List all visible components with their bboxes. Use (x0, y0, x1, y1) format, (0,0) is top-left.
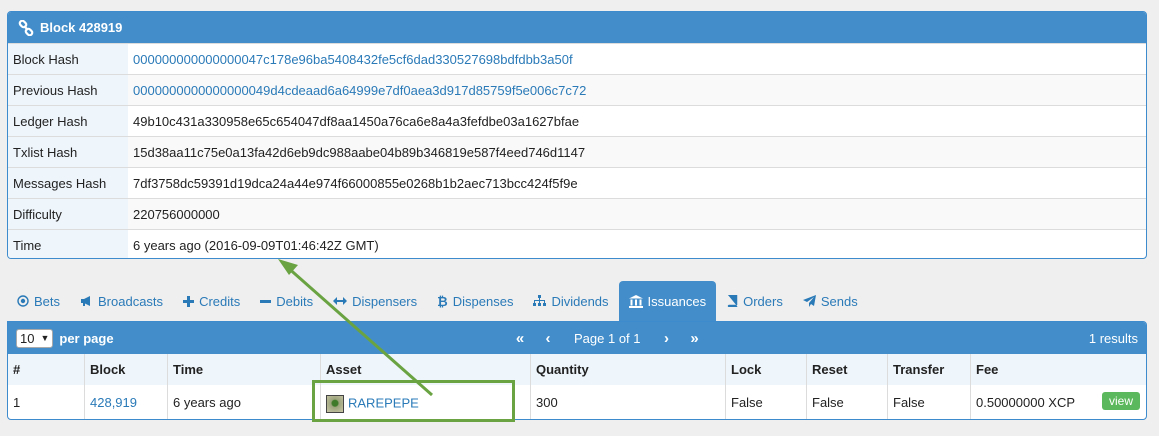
table-row: 1 428,919 6 years ago RAREPEPE 300 False… (8, 385, 1146, 419)
issuances-panel: 10 ▼ per page « ‹ Page 1 of 1 › » 1 resu… (7, 321, 1147, 420)
difficulty-row: Difficulty 220756000000 (8, 198, 1146, 229)
row-index: 1 (8, 385, 85, 419)
previous-hash-row: Previous Hash 0000000000000000049d4cdeaa… (8, 74, 1146, 105)
tab-bets[interactable]: Bets (7, 281, 70, 321)
block-hash-link[interactable]: 000000000000000047c178e96ba5408432fe5cf6… (128, 44, 1146, 74)
view-button[interactable]: view (1101, 392, 1140, 410)
page-indicator: Page 1 of 1 (574, 330, 641, 346)
messages-hash-row: Messages Hash 7df3758dc59391d19dca24a44e… (8, 167, 1146, 198)
difficulty-label: Difficulty (8, 199, 128, 229)
txlist-hash-value: 15d38aa11c75e0a13fa42d6eb9dc988aabe04b89… (128, 137, 1146, 167)
asset-thumbnail (326, 395, 344, 413)
block-panel-header: Block 428919 (8, 12, 1146, 43)
per-page-select[interactable]: 10 ▼ (16, 328, 54, 348)
previous-hash-label: Previous Hash (8, 75, 128, 105)
block-hash-label: Block Hash (8, 44, 128, 74)
col-index[interactable]: # (8, 354, 85, 385)
first-page-button[interactable]: « (506, 330, 534, 347)
col-fee[interactable]: Fee (971, 354, 1146, 385)
chevron-down-icon: ▼ (40, 333, 50, 343)
col-block[interactable]: Block (85, 354, 168, 385)
issuances-toolbar: 10 ▼ per page « ‹ Page 1 of 1 › » 1 resu… (8, 322, 1146, 354)
tab-debits[interactable]: Debits (250, 281, 323, 321)
per-page-value: 10 (20, 330, 35, 346)
tab-bar: Bets Broadcasts Credits Debits Dispenser… (7, 281, 868, 321)
col-time[interactable]: Time (168, 354, 321, 385)
tab-issuances[interactable]: Issuances (618, 281, 717, 321)
issuances-table-header: # Block Time Asset Quantity Lock Reset T… (8, 354, 1146, 385)
link-icon (18, 19, 34, 36)
per-page-label: per page (59, 330, 114, 346)
messages-hash-label: Messages Hash (8, 168, 128, 198)
txlist-hash-row: Txlist Hash 15d38aa11c75e0a13fa42d6eb9dc… (8, 136, 1146, 167)
messages-hash-value: 7df3758dc59391d19dca24a44e974f66000855e0… (133, 176, 578, 191)
book-icon (726, 295, 738, 307)
txlist-hash-label: Txlist Hash (8, 137, 128, 167)
tab-dispensers[interactable]: Dispensers (323, 281, 427, 321)
tab-debits-label: Debits (276, 293, 314, 309)
tab-orders-label: Orders (743, 293, 783, 309)
tab-dispensers-label: Dispensers (352, 293, 418, 309)
target-icon (17, 295, 29, 307)
tab-sends[interactable]: Sends (793, 281, 868, 321)
tab-bets-label: Bets (34, 293, 61, 309)
block-panel: Block 428919 Block Hash 0000000000000000… (7, 11, 1147, 259)
row-lock: False (726, 385, 807, 419)
tab-broadcasts[interactable]: Broadcasts (70, 281, 173, 321)
bank-icon (628, 294, 643, 308)
tab-sends-label: Sends (820, 293, 858, 309)
next-page-button[interactable]: › (653, 330, 681, 347)
col-lock[interactable]: Lock (726, 354, 807, 385)
tab-issuances-label: Issuances (647, 293, 707, 309)
time-value: 6 years ago (2016-09-09T01:46:42Z GMT) (133, 238, 379, 253)
previous-hash-link[interactable]: 0000000000000000049d4cdeaad6a64999e7df0a… (128, 75, 1146, 105)
tab-orders[interactable]: Orders (716, 281, 793, 321)
row-quantity: 300 (531, 385, 726, 419)
ledger-hash-row: Ledger Hash 49b10c431a330958e65c654047df… (8, 105, 1146, 136)
col-reset[interactable]: Reset (807, 354, 888, 385)
plus-icon (183, 295, 195, 307)
tab-dividends-label: Dividends (551, 293, 609, 309)
row-block-link[interactable]: 428,919 (85, 385, 168, 419)
arrows-horizontal-icon (333, 296, 348, 306)
last-page-button[interactable]: » (681, 330, 709, 347)
minus-icon (260, 296, 272, 307)
time-label: Time (8, 230, 128, 258)
ledger-hash-label: Ledger Hash (8, 106, 128, 136)
megaphone-icon (80, 295, 93, 307)
block-hash-row: Block Hash 000000000000000047c178e96ba54… (8, 43, 1146, 74)
time-row: Time 6 years ago (2016-09-09T01:46:42Z G… (8, 229, 1146, 258)
row-asset-link[interactable]: RAREPEPE (348, 395, 419, 410)
col-transfer[interactable]: Transfer (888, 354, 971, 385)
bitcoin-icon: ₿ (437, 293, 448, 309)
tab-broadcasts-label: Broadcasts (98, 293, 164, 309)
pagination: « ‹ Page 1 of 1 › » (506, 322, 709, 354)
tab-credits[interactable]: Credits (173, 281, 250, 321)
row-reset: False (807, 385, 888, 419)
col-quantity[interactable]: Quantity (531, 354, 726, 385)
prev-page-button[interactable]: ‹ (534, 330, 562, 347)
tab-dispenses[interactable]: ₿ Dispenses (427, 281, 523, 321)
ledger-hash-value: 49b10c431a330958e65c654047df8aa1450a76ca… (133, 114, 580, 129)
col-asset[interactable]: Asset (321, 354, 531, 385)
row-time: 6 years ago (168, 385, 321, 419)
paper-plane-icon (802, 295, 816, 307)
block-title: Block 428919 (40, 20, 123, 35)
tab-dispenses-label: Dispenses (452, 293, 514, 309)
per-page-control: 10 ▼ per page (16, 328, 114, 348)
row-asset-cell: RAREPEPE (321, 385, 531, 419)
tab-dividends[interactable]: Dividends (523, 281, 618, 321)
row-transfer: False (888, 385, 971, 419)
difficulty-value: 220756000000 (128, 199, 1146, 229)
tab-credits-label: Credits (199, 293, 241, 309)
results-count: 1 results (1088, 331, 1138, 346)
sitemap-icon (533, 295, 547, 307)
